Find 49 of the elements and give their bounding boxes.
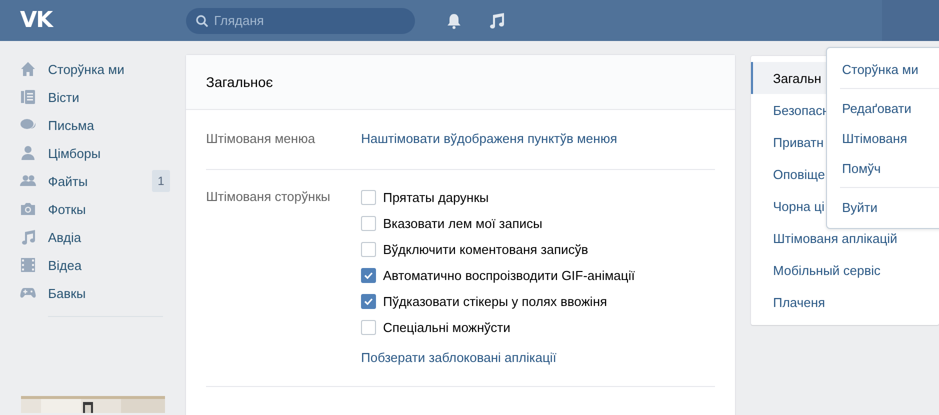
checkbox[interactable] [361,268,376,282]
check-icon [364,272,373,278]
sidebar-item[interactable]: Цімборы [0,139,170,167]
settings-tab[interactable]: Мобільный сервіс [751,254,939,286]
bell-icon[interactable] [447,12,461,28]
sidebar-item[interactable]: Відеа [0,251,170,279]
home-icon [20,61,36,77]
camera-icon [20,201,36,217]
sidebar-item[interactable]: Сторўнка ми [0,55,170,83]
film-strip-icon [20,257,36,273]
sidebar-item[interactable]: Файты 1 [0,167,170,195]
people-icon [20,173,36,189]
sidebar-item[interactable]: Фоткы [0,195,170,223]
checkbox-label[interactable]: Вказовати лем мої записы [383,216,542,230]
checkbox[interactable] [361,294,376,308]
settings-link[interactable]: Побзерати заблоковані аплікації [361,350,635,366]
profile-button[interactable] [882,0,939,41]
person-icon [20,145,36,161]
menu-item[interactable]: Сторўнка ми [827,54,939,84]
section-title: Загальноє [186,55,735,110]
menu-item[interactable]: Штімованя [827,123,939,153]
checkbox[interactable] [361,216,376,230]
sidebar-item[interactable]: Письма [0,111,170,139]
search-field[interactable]: Гляданя [186,8,415,34]
checkbox[interactable] [361,190,376,204]
menu-item[interactable]: Помўч [827,153,939,183]
checkbox-label[interactable]: Спеціальні можнўсти [383,320,510,334]
checkbox-label[interactable]: Вўдключити коментованя записўв [383,242,588,256]
music-note-icon [20,229,36,245]
search-icon [196,14,208,26]
sidebar-item[interactable]: Авдіа [0,223,170,251]
checkbox[interactable] [361,320,376,334]
setting-label: Штімованя менюа [206,131,316,147]
menu-item[interactable]: Вуйти [827,192,939,222]
newspaper-icon [20,89,36,105]
checkbox-label[interactable]: Пўдказовати стікеры у полях ввожіня [383,294,608,308]
settings-link[interactable]: Наштімовати вўдображеня пунктўв менюя [361,131,618,147]
logo[interactable]: VK [20,8,160,33]
menu-item[interactable]: Редаґовати [827,93,939,123]
checkbox-label[interactable]: Автоматично воспроізводити GIF-анімації [383,268,635,282]
checkbox[interactable] [361,242,376,256]
setting-label: Штімованя сторўнкы [206,189,332,206]
checkbox-label[interactable]: Прятаты дарункы [383,190,489,204]
settings-tab[interactable]: Плаченя [751,286,939,318]
music-note-icon[interactable] [489,12,505,29]
check-icon [364,298,373,304]
sidebar-item[interactable]: Вісти [0,83,170,111]
count-badge: 1 [152,170,170,192]
sidebar-item[interactable]: Бавкы [0,279,170,307]
